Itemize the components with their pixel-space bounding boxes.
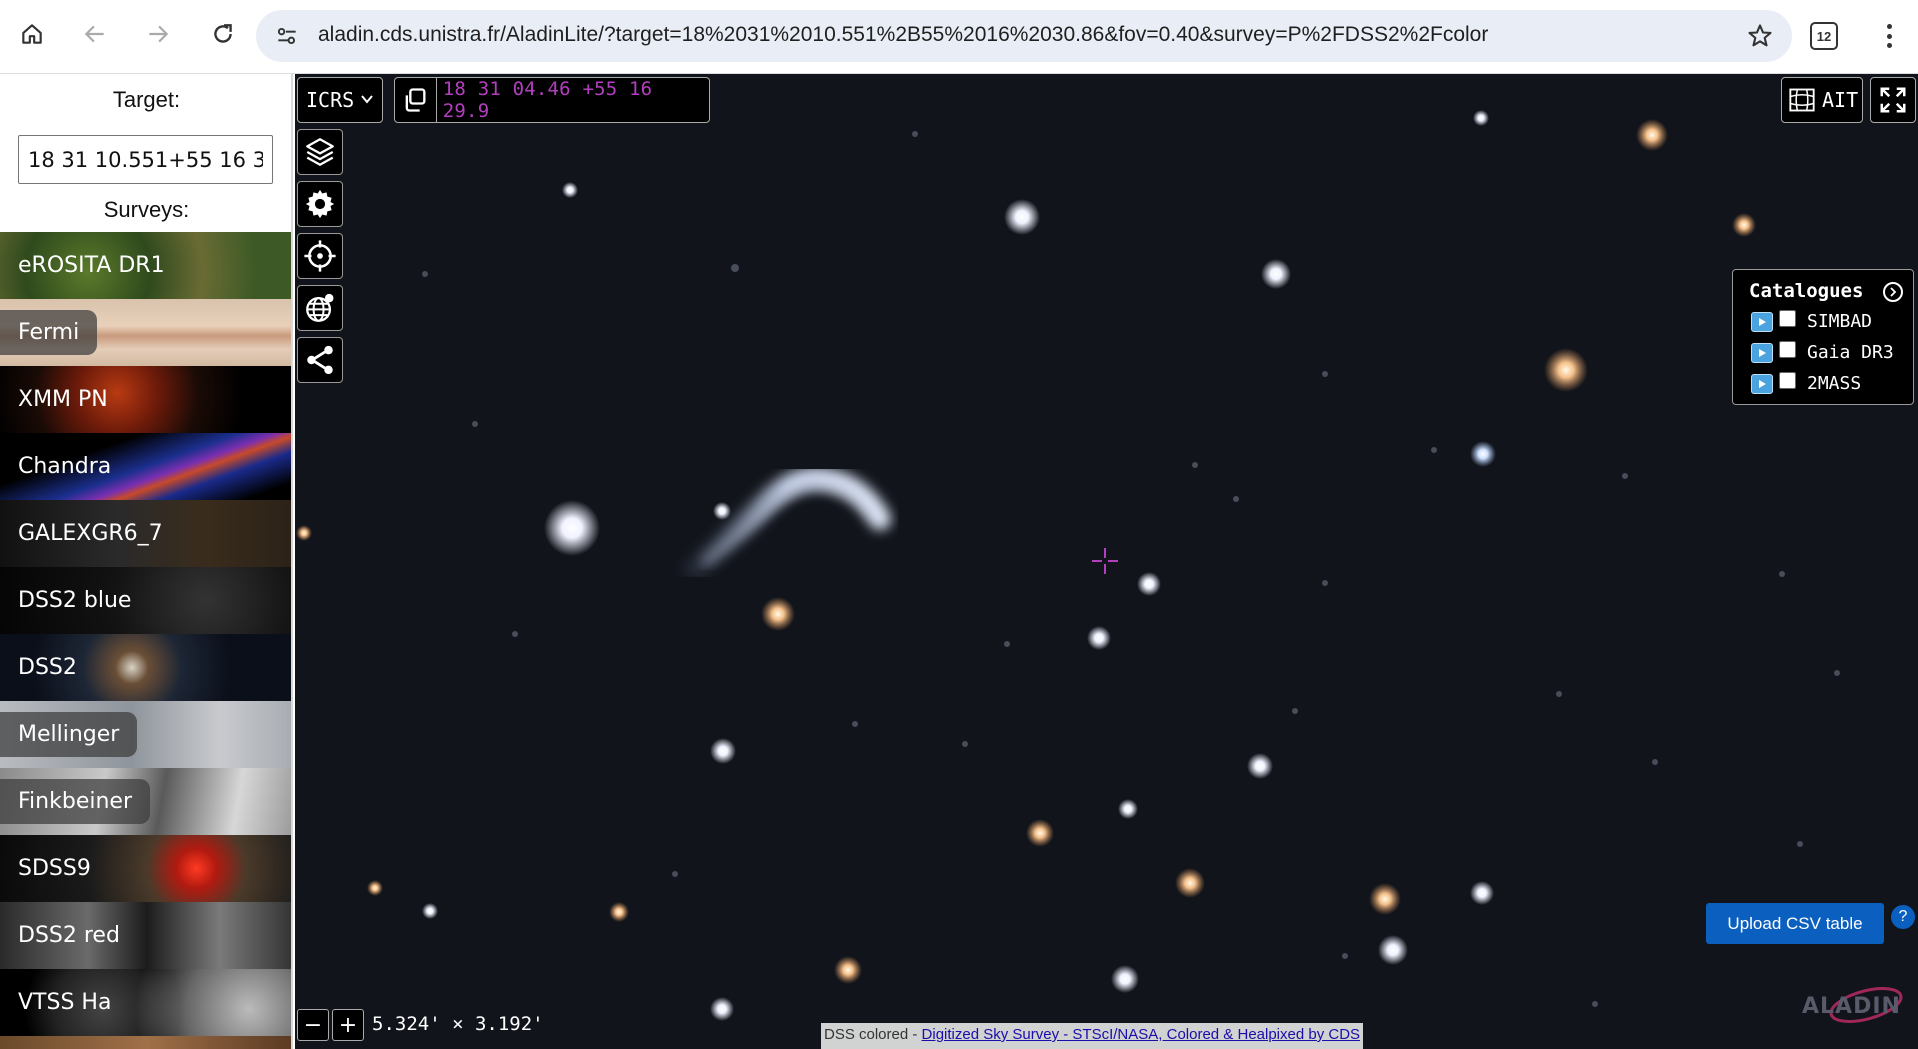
catalogue-checkbox[interactable] xyxy=(1779,310,1796,327)
zoom-in-button[interactable]: + xyxy=(332,1009,364,1041)
survey-galex[interactable]: GALEXGR6_7 xyxy=(0,500,291,567)
survey-label: GALEXGR6_7 xyxy=(18,521,163,546)
catalogue-label: SIMBAD xyxy=(1807,311,1873,332)
survey-label: eROSITA DR1 xyxy=(18,253,165,278)
chevron-down-icon xyxy=(361,95,373,104)
survey-next-partial[interactable] xyxy=(0,1036,291,1049)
survey-label: VTSS Ha xyxy=(18,990,112,1015)
survey-label: Fermi xyxy=(0,310,98,355)
projection-select[interactable]: AIT xyxy=(1781,77,1863,123)
survey-dss2-red[interactable]: DSS2 red xyxy=(0,902,291,969)
fullscreen-icon[interactable] xyxy=(1870,77,1916,123)
back-icon[interactable] xyxy=(75,14,115,54)
catalogue-checkbox[interactable] xyxy=(1779,372,1796,389)
coordinates-text[interactable]: 18 31 04.46 +55 16 29.9 xyxy=(437,78,709,122)
survey-vtss-ha[interactable]: VTSS Ha xyxy=(0,969,291,1036)
survey-mellinger[interactable]: Mellinger xyxy=(0,701,291,768)
catalogues-panel: Catalogues SIMBAD Gaia DR3 2MASS xyxy=(1732,269,1914,405)
survey-attribution: DSS colored - Digitized Sky Survey - STS… xyxy=(821,1023,1364,1049)
projection-value: AIT xyxy=(1822,88,1859,112)
survey-finkbeiner[interactable]: Finkbeiner xyxy=(0,768,291,835)
catalogue-gaia-dr3: Gaia DR3 xyxy=(1751,341,1894,363)
survey-label: DSS2 xyxy=(18,655,77,680)
catalogues-title: Catalogues xyxy=(1749,280,1864,302)
address-bar[interactable]: aladin.cds.unistra.fr/AladinLite/?target… xyxy=(256,10,1792,62)
bookmark-star-icon[interactable] xyxy=(1746,22,1774,50)
survey-dss2[interactable]: DSS2 xyxy=(0,634,291,701)
svg-text:ALADIN: ALADIN xyxy=(1802,994,1901,1019)
home-icon[interactable] xyxy=(12,14,52,54)
frame-select[interactable]: ICRS xyxy=(297,77,383,123)
survey-list: eROSITA DR1 Fermi XMM PN Chandra GALEXGR… xyxy=(0,232,291,1049)
survey-chandra[interactable]: Chandra xyxy=(0,433,291,500)
survey-erosita[interactable]: eROSITA DR1 xyxy=(0,232,291,299)
catalogue-simbad: SIMBAD xyxy=(1751,310,1873,332)
target-crosshair-icon[interactable] xyxy=(297,233,343,279)
chevron-right-icon[interactable] xyxy=(1883,282,1903,302)
forward-icon[interactable] xyxy=(138,14,178,54)
survey-label: Finkbeiner xyxy=(0,779,150,824)
survey-dss2-blue[interactable]: DSS2 blue xyxy=(0,567,291,634)
aladin-logo: ALADIN xyxy=(1802,987,1903,1023)
survey-sdss9[interactable]: SDSS9 xyxy=(0,835,291,902)
play-icon[interactable] xyxy=(1751,342,1773,363)
survey-label: SDSS9 xyxy=(18,856,91,881)
reload-icon[interactable] xyxy=(203,14,243,54)
settings-gear-icon[interactable] xyxy=(297,181,343,227)
survey-xmm-pn[interactable]: XMM PN xyxy=(0,366,291,433)
sky-image[interactable] xyxy=(295,74,1918,1049)
left-panel: Target: Surveys: eROSITA DR1 Fermi XMM P… xyxy=(0,74,293,1049)
sky-view[interactable]: ICRS 18 31 04.46 +55 16 29.9 AIT Catalog… xyxy=(295,74,1918,1049)
catalogue-2mass: 2MASS xyxy=(1751,372,1862,394)
menu-icon[interactable] xyxy=(1874,18,1904,54)
url-text[interactable]: aladin.cds.unistra.fr/AladinLite/?target… xyxy=(318,23,1488,47)
play-icon[interactable] xyxy=(1751,373,1773,394)
globe-icon[interactable] xyxy=(297,285,343,331)
survey-label: XMM PN xyxy=(18,387,108,412)
catalogue-checkbox[interactable] xyxy=(1779,341,1796,358)
target-label: Target: xyxy=(112,87,181,112)
help-button[interactable]: ? xyxy=(1891,905,1915,929)
survey-fermi[interactable]: Fermi xyxy=(0,299,291,366)
survey-label: Mellinger xyxy=(0,712,138,757)
fov-readout: 5.324' × 3.192' xyxy=(372,1013,544,1035)
attribution-link[interactable]: Digitized Sky Survey - STScI/NASA, Color… xyxy=(922,1026,1361,1043)
coordinates-display[interactable]: 18 31 04.46 +55 16 29.9 xyxy=(394,77,710,123)
copy-icon[interactable] xyxy=(395,78,437,122)
catalogue-label: 2MASS xyxy=(1807,373,1862,394)
survey-label: Chandra xyxy=(18,454,112,479)
share-icon[interactable] xyxy=(297,337,343,383)
survey-label: DSS2 blue xyxy=(18,588,132,613)
target-input[interactable] xyxy=(18,135,273,184)
play-icon[interactable] xyxy=(1751,311,1773,332)
surveys-label: Surveys: xyxy=(103,197,190,222)
tab-count-icon[interactable]: 12 xyxy=(1810,22,1838,50)
site-info-icon[interactable] xyxy=(274,23,300,49)
browser-toolbar: aladin.cds.unistra.fr/AladinLite/?target… xyxy=(0,0,1918,74)
projection-grid-icon xyxy=(1789,88,1815,112)
frame-value: ICRS xyxy=(306,88,355,112)
survey-label: DSS2 red xyxy=(18,923,120,948)
upload-csv-button[interactable]: Upload CSV table xyxy=(1706,903,1884,944)
attribution-prefix: DSS colored - xyxy=(824,1026,922,1043)
layers-icon[interactable] xyxy=(297,129,343,175)
zoom-out-button[interactable]: − xyxy=(297,1009,329,1041)
catalogue-label: Gaia DR3 xyxy=(1807,342,1894,363)
